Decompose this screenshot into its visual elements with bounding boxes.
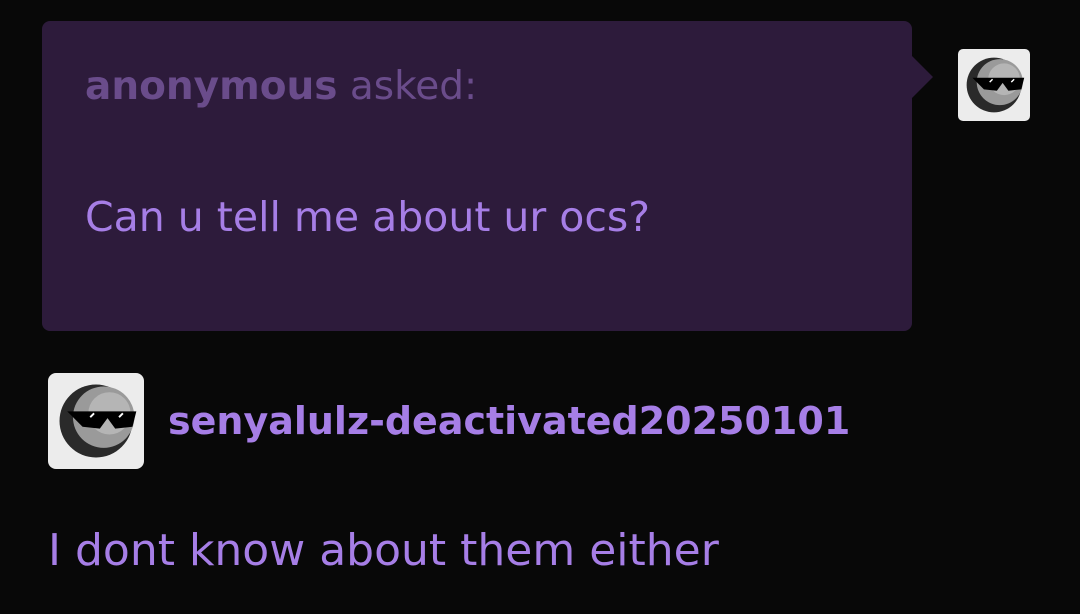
moon-sunglasses-icon <box>966 57 1025 113</box>
answerer-avatar[interactable] <box>48 373 144 469</box>
moon-sunglasses-icon <box>59 384 137 458</box>
ask-header: anonymous asked: <box>85 64 477 110</box>
ask-bubble: anonymous asked: Can u tell me about ur … <box>42 21 912 331</box>
asked-label: asked: <box>337 64 478 109</box>
asker-avatar[interactable] <box>958 49 1030 121</box>
answer-text: I dont know about them either <box>48 525 719 576</box>
ask-bubble-pointer <box>911 55 933 99</box>
asker-name: anonymous <box>85 64 338 109</box>
answerer-name-link[interactable]: senyalulz-deactivated20250101 <box>168 398 850 444</box>
ask-question: Can u tell me about ur ocs? <box>85 193 651 241</box>
